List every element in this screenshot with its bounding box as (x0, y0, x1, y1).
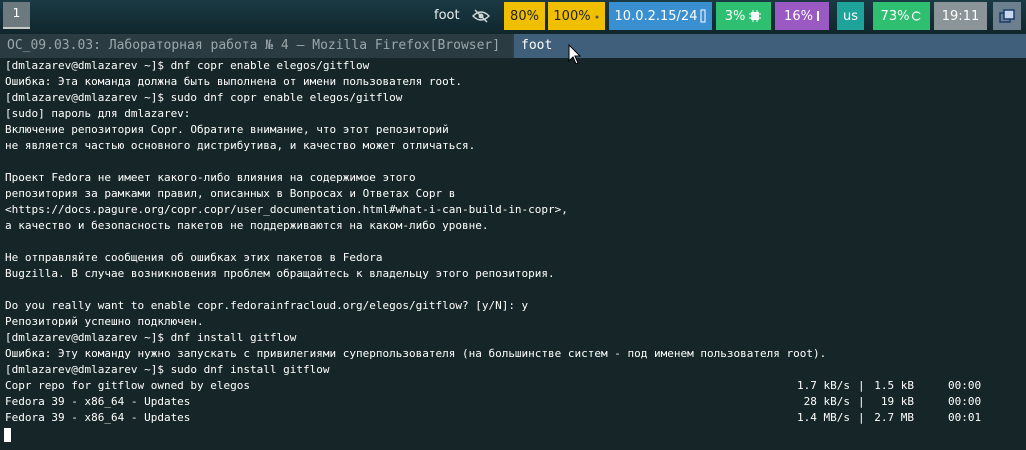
terminal-line: Репозиторий успешно подключен. (5, 315, 204, 328)
keyboard-layout-module[interactable]: us (837, 2, 864, 30)
ip-value: 10.0.2.15/24 (614, 8, 698, 24)
windows-icon (999, 9, 1015, 23)
terminal-line: Bugzilla. В случае возникновения проблем… (5, 267, 555, 280)
mouse-pointer-icon (568, 44, 582, 65)
top-bar: 1 foot 80% 100% 10.0.2.15/24 3% 16% us 7… (0, 0, 1026, 34)
terminal-line: Fedora 39 - x86_64 - Updates (5, 395, 191, 408)
terminal-line: Не отправляйте сообщения об ошибках этих… (5, 251, 383, 264)
download-size: 1.5 kB (874, 379, 914, 392)
cpu-value: 80% (510, 8, 539, 24)
terminal-line: Fedora 39 - x86_64 - Updates (5, 411, 191, 424)
terminal-line: [sudo] пароль для dmlazarev: (5, 107, 191, 120)
battery-value: 73% (880, 8, 910, 24)
brightness-value: 100% (553, 8, 591, 24)
brightness-module[interactable]: 100% (548, 2, 605, 30)
workspace-button[interactable]: 1 (3, 2, 30, 29)
active-app-title: foot (434, 8, 460, 23)
download-speed: 1.7 kB/s (797, 379, 850, 392)
tab-firefox[interactable]: OC_09.03.03: Лабораторная работа № 4 — M… (0, 34, 512, 58)
download-time: 00:00 (948, 379, 982, 392)
terminal-line: репозитория за рамками правил, описанных… (5, 187, 456, 200)
keyboard-value: us (842, 8, 858, 24)
progress-separator: | (858, 395, 865, 408)
download-size: 2.7 MB (874, 411, 914, 424)
memory-icon (816, 11, 819, 21)
download-speed: 1.4 MB/s (797, 411, 850, 424)
tab-foot[interactable]: foot (514, 34, 1026, 58)
terminal-line: не является частью основного дистрибутив… (5, 139, 476, 152)
chip-icon (749, 10, 762, 22)
memory-value: 16% (784, 8, 813, 24)
battery-module[interactable]: 73% (873, 2, 930, 30)
progress-separator: | (858, 411, 865, 424)
clock-module[interactable]: 19:11 (934, 2, 987, 30)
network-icon (700, 9, 706, 23)
window-tabs: OC_09.03.03: Лабораторная работа № 4 — M… (0, 34, 1026, 58)
brightness-icon (595, 15, 599, 19)
terminal-line: Ошибка: Эта команда должна быть выполнен… (5, 75, 462, 88)
idle-inhibitor-module[interactable] (463, 2, 499, 30)
download-time: 00:01 (948, 411, 982, 424)
clock-value: 19:11 (941, 8, 980, 24)
terminal-line: Ошибка: Эту команду нужно запускать с пр… (5, 347, 827, 360)
terminal-line: Проект Fedora не имеет какого-либо влиян… (5, 171, 416, 184)
eye-off-icon (472, 9, 490, 23)
terminal-line: <https://docs.pagure.org/copr.copr/user_… (5, 203, 568, 216)
download-size: 19 kB (874, 395, 914, 408)
terminal-line: Включение репозитория Copr. Обратите вни… (5, 123, 449, 136)
terminal-cursor (4, 428, 11, 442)
window-switcher-button[interactable] (993, 2, 1021, 30)
memory-module[interactable]: 16% (775, 2, 829, 30)
battery-charging-icon (912, 11, 921, 21)
terminal-line: [dmlazarev@dmlazarev ~]$ sudo dnf instal… (5, 363, 330, 376)
download-time: 00:00 (948, 395, 982, 408)
terminal-line: а качество и безопасность пакетов не под… (5, 219, 489, 232)
cpu-load-value: 3% (724, 8, 746, 24)
terminal-line: Copr repo for gitflow owned by elegos (5, 379, 251, 392)
terminal-area[interactable]: [dmlazarev@dmlazarev ~]$ dnf copr enable… (0, 58, 1026, 450)
cpu-module[interactable]: 80% (504, 2, 545, 30)
network-module[interactable]: 10.0.2.15/24 (609, 2, 712, 30)
download-speed: 28 kB/s (803, 395, 850, 408)
terminal-line: Do you really want to enable copr.fedora… (5, 299, 529, 312)
terminal-line: [dmlazarev@dmlazarev ~]$ sudo dnf copr e… (5, 91, 403, 104)
terminal-line: [dmlazarev@dmlazarev ~]$ dnf copr enable… (5, 59, 370, 72)
progress-separator: | (858, 379, 865, 392)
terminal-line: [dmlazarev@dmlazarev ~]$ dnf install git… (5, 331, 297, 344)
cpu-load-module[interactable]: 3% (716, 2, 771, 30)
